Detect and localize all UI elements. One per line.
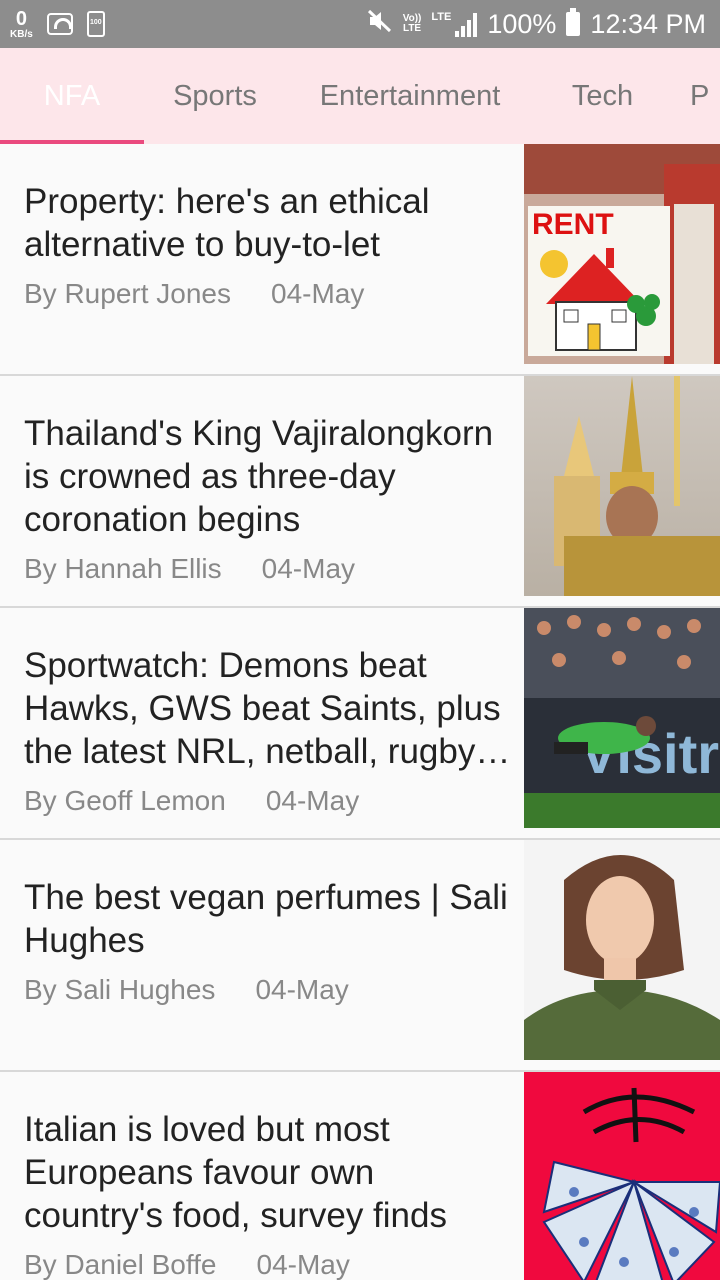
article-thumbnail-pizza [524, 1072, 720, 1280]
tab-nfa[interactable]: NFA [0, 48, 144, 144]
article-author: By Sali Hughes [24, 974, 216, 1005]
article-date: 04-May [271, 278, 365, 309]
volte-icon: Vo)) LTE [403, 14, 422, 34]
mute-icon [367, 8, 393, 41]
network-type-label: LTE [431, 11, 452, 23]
article-headline: The best vegan perfumes | Sali Hughes [24, 878, 508, 960]
article-card[interactable]: Sportwatch: Demons beat Hawks, GWS beat … [0, 608, 720, 840]
article-author: By Geoff Lemon [24, 785, 226, 816]
article-thumbnail-rent-house: RENT [524, 144, 720, 364]
tab-sports[interactable]: Sports [150, 48, 280, 144]
category-tab-bar: NFA Sports Entertainment Tech P [0, 48, 720, 144]
data-rate-unit: KB/s [10, 28, 33, 40]
status-bar: 0 KB/s 100 Vo)) LTE LTE 100% 12:34 PM [0, 0, 720, 48]
battery-saver-icon: 100 [86, 11, 105, 37]
tab-tech[interactable]: Tech [555, 48, 650, 144]
article-author: By Hannah Ellis [24, 553, 222, 584]
signal-strength-icon: LTE [431, 11, 478, 37]
rent-sign-text: RENT [532, 208, 614, 241]
battery-percent: 100% [487, 8, 557, 39]
article-headline: Italian is loved but most Europeans favo… [24, 1110, 447, 1235]
article-headline: Sportwatch: Demons beat Hawks, GWS beat … [24, 646, 511, 771]
article-date: 04-May [265, 785, 360, 816]
article-card[interactable]: The best vegan perfumes | Sali Hughes By… [0, 840, 720, 1072]
battery-icon [566, 8, 581, 36]
article-date: 04-May [255, 974, 349, 1005]
data-rate-indicator: 0 KB/s [10, 9, 33, 40]
article-card[interactable]: Italian is loved but most Europeans favo… [0, 1072, 720, 1280]
tab-entertainment[interactable]: Entertainment [300, 48, 520, 144]
article-author: By Daniel Boffe [24, 1249, 217, 1280]
article-card[interactable]: Property: here's an ethical alternative … [0, 144, 720, 376]
article-date: 04-May [261, 553, 356, 584]
clock: 12:34 PM [590, 8, 706, 39]
article-author: By Rupert Jones [24, 278, 231, 309]
article-date: 04-May [256, 1249, 350, 1280]
article-thumbnail-king-coronation [524, 376, 720, 596]
tab-partial[interactable]: P [690, 48, 720, 144]
article-headline: Thailand's King Vajiralongkorn is crowne… [24, 414, 494, 539]
article-headline: Property: here's an ethical alternative … [24, 182, 430, 264]
data-rate-value: 0 [15, 7, 27, 30]
article-thumbnail-portrait [524, 840, 720, 1060]
article-thumbnail-rugby-try: Visitr [524, 608, 720, 828]
wifi-icon [46, 13, 73, 35]
article-card[interactable]: Thailand's King Vajiralongkorn is crowne… [0, 376, 720, 608]
volte-label-bottom: LTE [402, 23, 422, 34]
